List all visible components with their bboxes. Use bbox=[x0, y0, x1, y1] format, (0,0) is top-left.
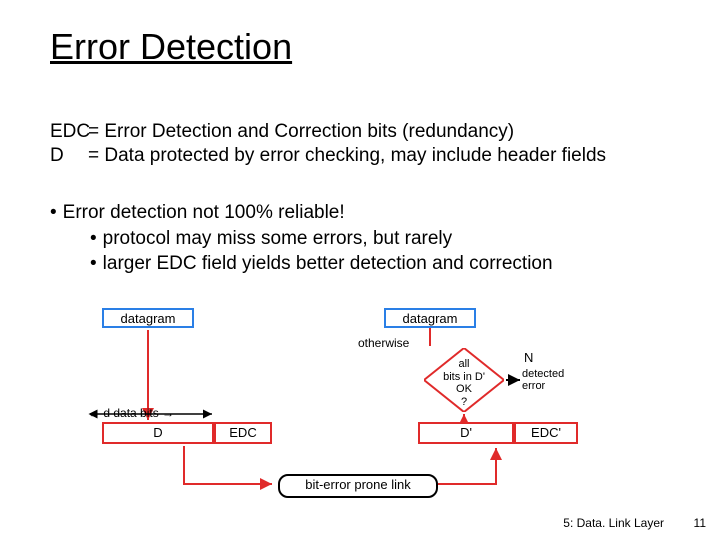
decision-diamond: all bits in D' OK ? bbox=[424, 348, 504, 412]
decision-line2: bits in D' bbox=[443, 371, 485, 383]
edc-prime-box: EDC' bbox=[514, 422, 578, 444]
diagram-arrows bbox=[88, 302, 612, 502]
slide: Error Detection EDC = Error Detection an… bbox=[0, 0, 720, 540]
footer-page-number: 11 bbox=[694, 516, 706, 530]
d-prime-label: D' bbox=[460, 425, 472, 440]
def-edc: EDC = Error Detection and Correction bit… bbox=[50, 120, 606, 144]
footer-section: 5: Data. Link Layer bbox=[563, 516, 664, 530]
decision-line4: ? bbox=[461, 396, 467, 408]
d-bits-label: ← d data bits → bbox=[88, 406, 174, 420]
error-text: error bbox=[522, 380, 545, 392]
detected-text: detected bbox=[522, 368, 564, 380]
diagram: datagram datagram ← d data bits → D EDC … bbox=[88, 302, 612, 502]
d-box: D bbox=[102, 422, 214, 444]
bullet-1-text: Error detection not 100% reliable! bbox=[63, 202, 345, 223]
bullet-dot-icon: • bbox=[90, 251, 97, 277]
datagram-left-label: datagram bbox=[121, 311, 176, 326]
bullets: • Error detection not 100% reliable! • pro… bbox=[50, 200, 553, 277]
datagram-box-right: datagram bbox=[384, 308, 476, 328]
d-prime-box: D' bbox=[418, 422, 514, 444]
decision-text: all bits in D' OK ? bbox=[424, 358, 504, 409]
datagram-right-label: datagram bbox=[403, 311, 458, 326]
def-edc-label: EDC bbox=[50, 120, 88, 144]
decision-line3: OK bbox=[456, 383, 472, 395]
link-box: bit-error prone link bbox=[278, 474, 438, 498]
d-label: D bbox=[153, 425, 162, 440]
page-title: Error Detection bbox=[50, 26, 292, 68]
def-d-text: = Data protected by error checking, may … bbox=[88, 144, 606, 168]
bullet-2-text: protocol may miss some errors, but rarel… bbox=[103, 228, 453, 249]
d-bits-text: d data bits bbox=[103, 406, 158, 420]
edc-prime-label: EDC' bbox=[531, 425, 561, 440]
def-edc-text: = Error Detection and Correction bits (r… bbox=[88, 120, 514, 144]
bullet-3-text: larger EDC field yields better detection… bbox=[103, 253, 553, 274]
n-label: N bbox=[524, 350, 533, 365]
edc-box: EDC bbox=[214, 422, 272, 444]
bullet-dot-icon: • bbox=[90, 226, 97, 252]
edc-label: EDC bbox=[229, 425, 256, 440]
bullet-dot-icon: • bbox=[50, 200, 57, 226]
def-d-label: D bbox=[50, 144, 88, 168]
bullet-2: • protocol may miss some errors, but rare… bbox=[90, 226, 553, 252]
decision-line1: all bbox=[458, 358, 469, 370]
detected-error-label: detected error bbox=[522, 368, 564, 392]
def-d: D = Data protected by error checking, ma… bbox=[50, 144, 606, 168]
bullet-3: • larger EDC field yields better detectio… bbox=[90, 251, 553, 277]
otherwise-label: otherwise bbox=[358, 336, 409, 350]
definitions: EDC = Error Detection and Correction bit… bbox=[50, 120, 606, 168]
datagram-box-left: datagram bbox=[102, 308, 194, 328]
bullet-1: • Error detection not 100% reliable! bbox=[50, 200, 553, 226]
